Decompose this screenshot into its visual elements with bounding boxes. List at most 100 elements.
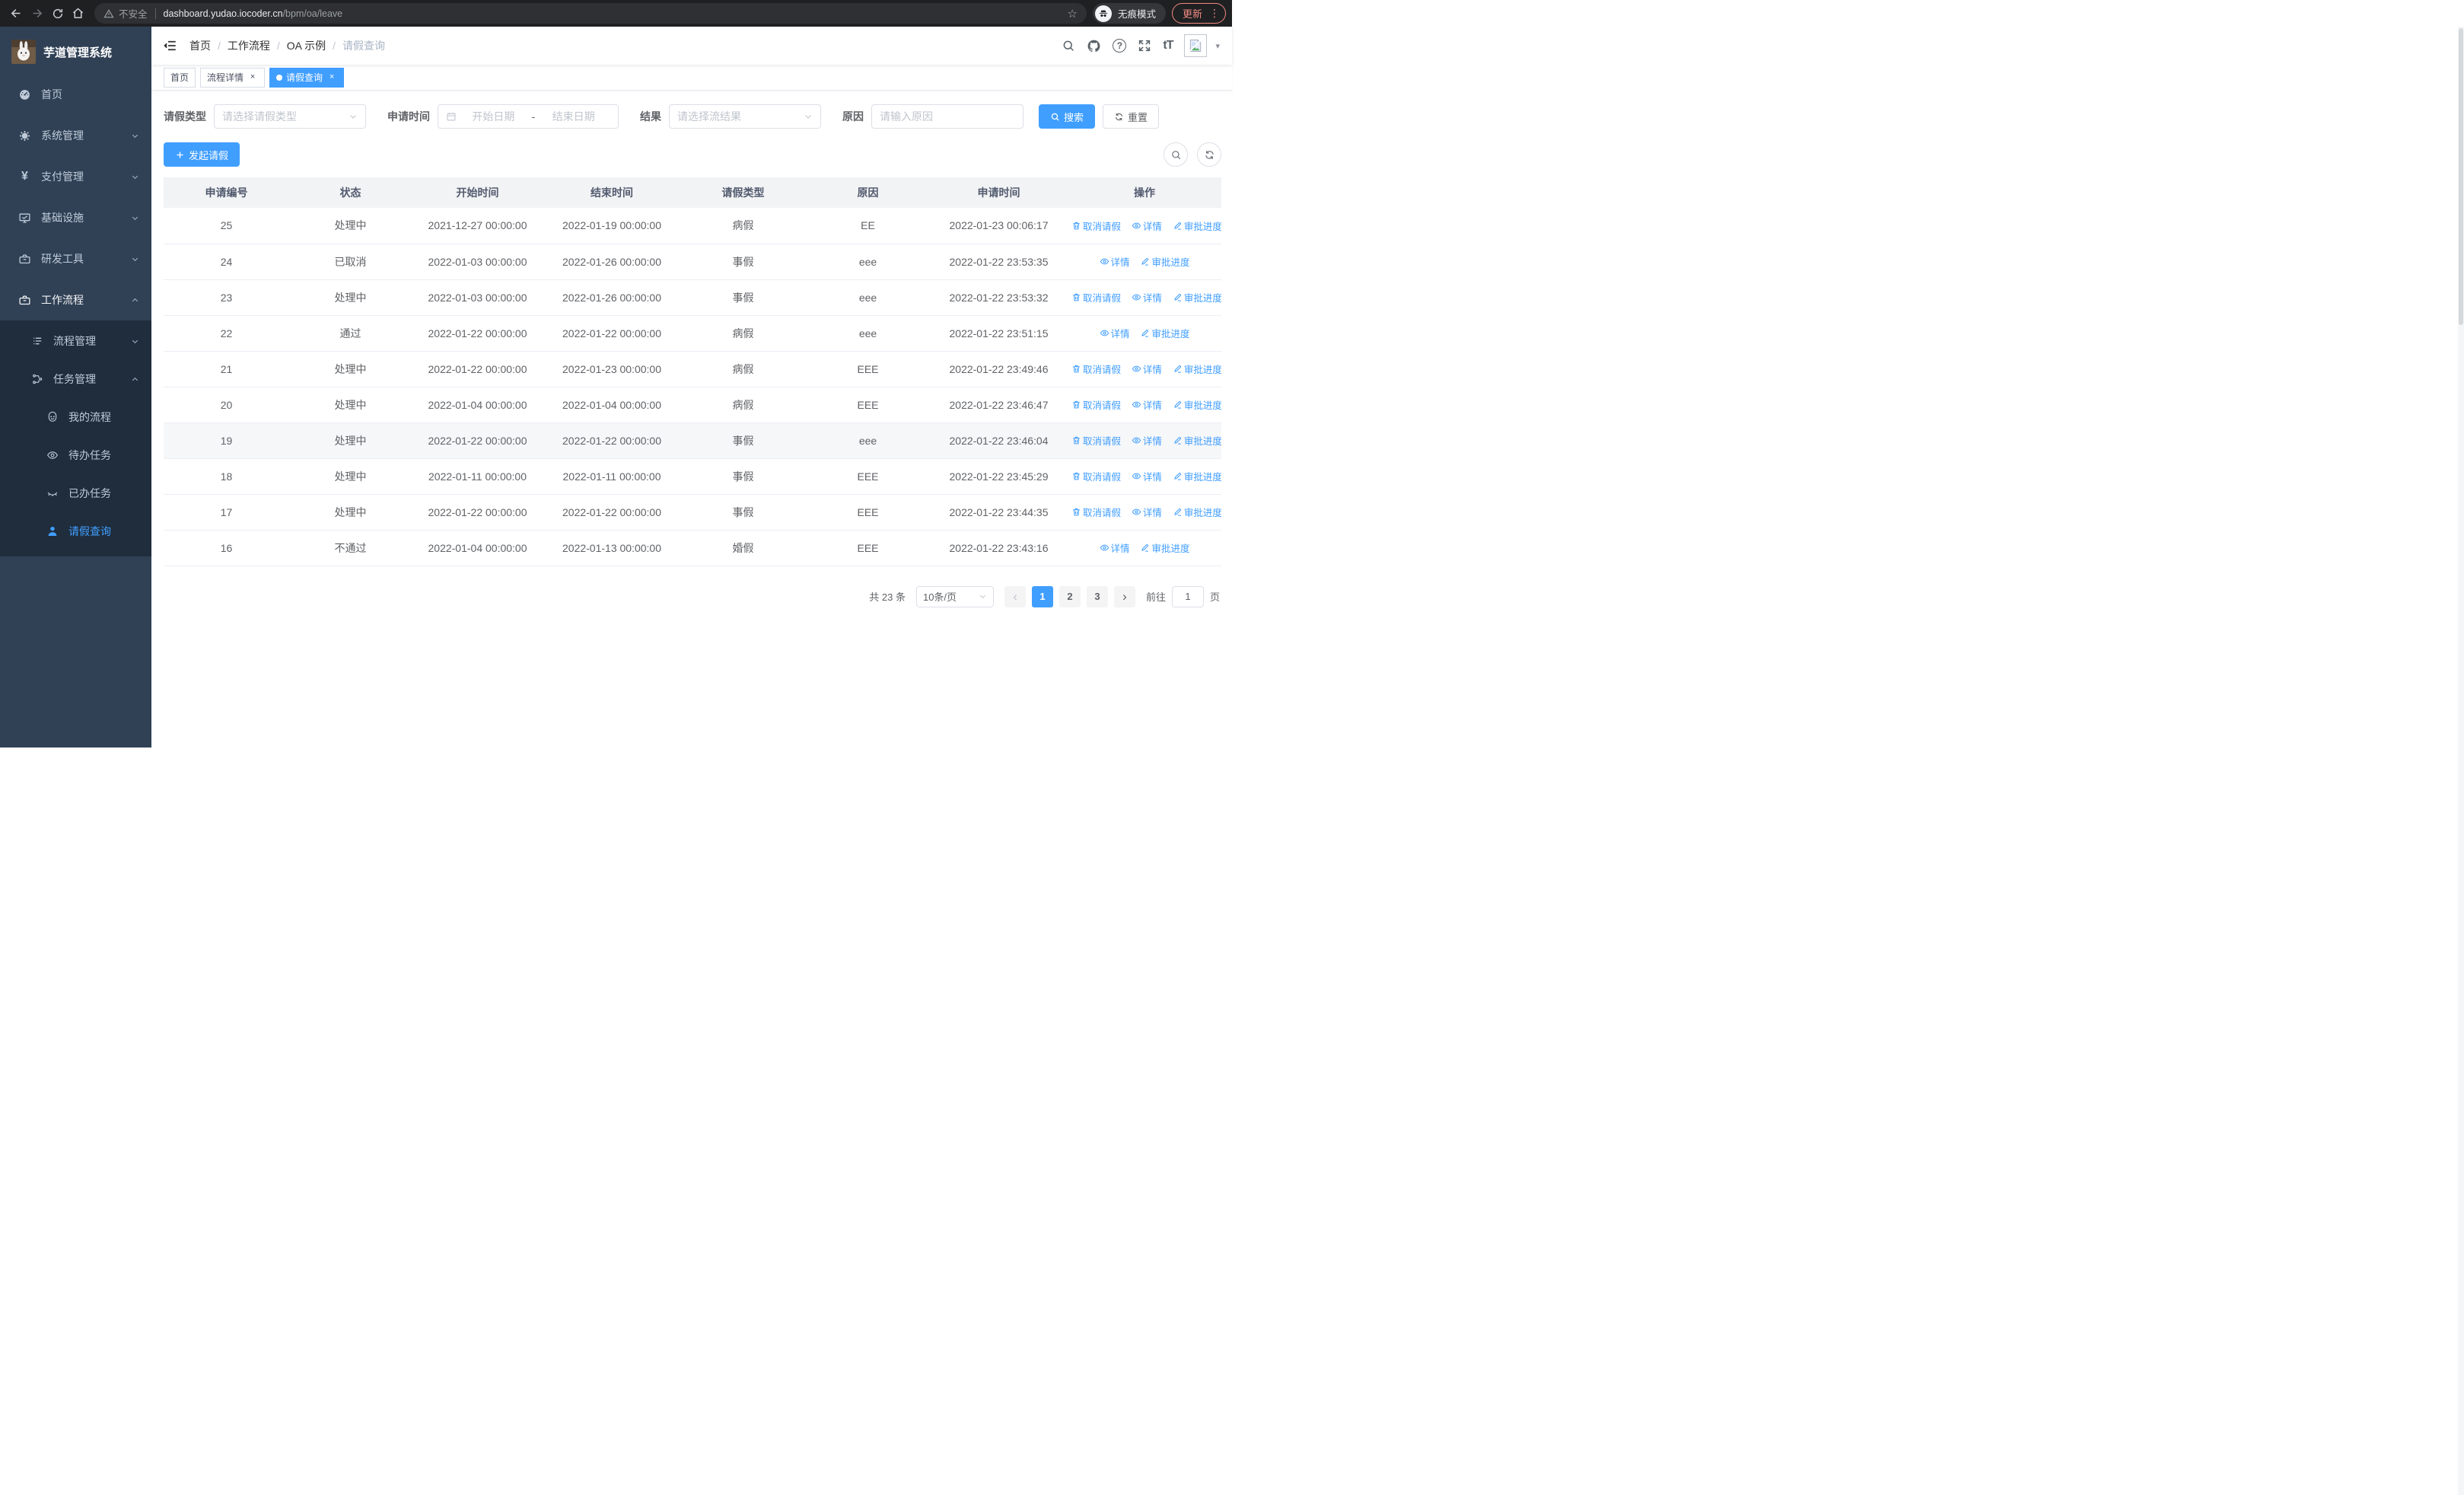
scrollbar-thumb[interactable] xyxy=(2459,28,2463,325)
reset-button[interactable]: 重置 xyxy=(1103,104,1160,129)
approval-progress-link[interactable]: 审批进度 xyxy=(1173,433,1221,448)
cancel-leave-link[interactable]: 取消请假 xyxy=(1071,290,1121,304)
tab-home[interactable]: 首页 xyxy=(164,67,196,88)
cell-leave-type: 婚假 xyxy=(680,530,806,566)
page-button-2[interactable]: 2 xyxy=(1059,585,1081,607)
refresh-button[interactable] xyxy=(1197,142,1221,167)
detail-link[interactable]: 详情 xyxy=(1132,362,1162,376)
sidebar-item-infrastructure[interactable]: 基础设施 xyxy=(0,197,151,238)
sidebar-item-todo-tasks[interactable]: 待办任务 xyxy=(0,436,151,474)
approval-progress-link[interactable]: 审批进度 xyxy=(1173,362,1221,376)
sidebar-item-dev-tools[interactable]: 研发工具 xyxy=(0,238,151,279)
detail-link[interactable]: 详情 xyxy=(1100,540,1130,555)
page-button-3[interactable]: 3 xyxy=(1086,585,1108,607)
sidebar-item-label: 支付管理 xyxy=(41,171,84,183)
apply-time-range-picker[interactable]: 开始日期 - 结束日期 xyxy=(438,104,619,129)
sidebar-item-label: 研发工具 xyxy=(41,253,84,265)
sidebar-item-label: 流程管理 xyxy=(53,335,96,347)
breadcrumb-home[interactable]: 首页 xyxy=(189,38,211,53)
cancel-leave-link[interactable]: 取消请假 xyxy=(1071,469,1121,483)
chevron-down-icon xyxy=(804,112,813,121)
sidebar-item-system[interactable]: 系统管理 xyxy=(0,115,151,156)
detail-link[interactable]: 详情 xyxy=(1132,469,1162,483)
page-size-select[interactable]: 10条/页 xyxy=(915,585,994,607)
breadcrumb-separator: / xyxy=(218,40,221,52)
avatar[interactable] xyxy=(1184,34,1208,57)
approval-progress-link[interactable]: 审批进度 xyxy=(1140,254,1189,269)
approval-progress-link[interactable]: 审批进度 xyxy=(1173,397,1221,412)
cell-apply-time: 2022-01-22 23:53:35 xyxy=(930,244,1068,280)
sidebar-item-payment[interactable]: ¥ 支付管理 xyxy=(0,156,151,197)
search-icon[interactable] xyxy=(1062,39,1075,53)
cancel-leave-link[interactable]: 取消请假 xyxy=(1071,505,1121,519)
font-size-icon[interactable]: tT xyxy=(1163,39,1173,53)
col-actions: 操作 xyxy=(1068,177,1221,208)
goto-page-input[interactable] xyxy=(1171,585,1204,607)
approval-progress-link[interactable]: 审批进度 xyxy=(1140,540,1189,555)
col-reason: 原因 xyxy=(806,177,930,208)
bookmark-star-icon[interactable]: ☆ xyxy=(1068,7,1078,21)
tab-label: 首页 xyxy=(170,72,189,83)
sidebar-toggle-icon[interactable] xyxy=(164,39,177,53)
page-button-1[interactable]: 1 xyxy=(1031,585,1053,607)
detail-link[interactable]: 详情 xyxy=(1132,218,1162,233)
home-icon[interactable] xyxy=(68,3,88,24)
approval-progress-link[interactable]: 审批进度 xyxy=(1173,469,1221,483)
detail-link[interactable]: 详情 xyxy=(1132,397,1162,412)
reason-input[interactable] xyxy=(880,110,1015,123)
tab-leave-query[interactable]: 请假查询 × xyxy=(269,67,345,88)
avatar-caret-icon[interactable]: ▾ xyxy=(1215,41,1220,51)
cancel-leave-link[interactable]: 取消请假 xyxy=(1071,218,1121,233)
browser-menu-icon[interactable]: ⋮ xyxy=(1209,7,1220,20)
approval-progress-link[interactable]: 审批进度 xyxy=(1173,505,1221,519)
next-page-button[interactable]: › xyxy=(1113,585,1135,607)
detail-link[interactable]: 详情 xyxy=(1100,254,1130,269)
cell-end-time: 2022-01-19 00:00:00 xyxy=(543,208,680,244)
cell-apply-time: 2022-01-22 23:43:16 xyxy=(930,530,1068,566)
tab-label: 请假查询 xyxy=(286,72,323,83)
approval-progress-link[interactable]: 审批进度 xyxy=(1173,218,1221,233)
pagination: 共 23 条 10条/页 ‹ 1 2 3 › 前往 页 xyxy=(164,585,1221,607)
approval-progress-link[interactable]: 审批进度 xyxy=(1140,326,1189,340)
reason-input-box xyxy=(871,104,1023,129)
reload-icon[interactable] xyxy=(47,3,68,24)
sidebar-item-my-process[interactable]: 我的流程 xyxy=(0,398,151,436)
create-leave-label: 发起请假 xyxy=(189,149,229,161)
create-leave-button[interactable]: 发起请假 xyxy=(164,142,240,167)
update-label: 更新 xyxy=(1182,8,1202,20)
detail-link[interactable]: 详情 xyxy=(1132,290,1162,304)
sidebar-item-task-management[interactable]: 任务管理 xyxy=(0,360,151,398)
detail-link[interactable]: 详情 xyxy=(1100,326,1130,340)
show-search-toggle-button[interactable] xyxy=(1164,142,1188,167)
sidebar-item-home[interactable]: 首页 xyxy=(0,74,151,115)
forward-icon[interactable] xyxy=(27,3,47,24)
sidebar-menu: 首页 系统管理 ¥ 支付管理 基础设施 研发工具 工作流程 流程管理 任务管理 … xyxy=(0,74,151,556)
breadcrumb-oa-example: OA 示例 xyxy=(286,40,326,52)
detail-link[interactable]: 详情 xyxy=(1132,505,1162,519)
leave-type-select[interactable]: 请选择请假类型 xyxy=(214,104,366,129)
sidebar-item-leave-query[interactable]: 请假查询 xyxy=(0,512,151,550)
sidebar-item-workflow[interactable]: 工作流程 xyxy=(0,279,151,320)
cell-start-time: 2021-12-27 00:00:00 xyxy=(412,208,543,244)
sidebar-item-process-management[interactable]: 流程管理 xyxy=(0,322,151,360)
cancel-leave-link[interactable]: 取消请假 xyxy=(1071,397,1121,412)
close-icon[interactable]: × xyxy=(326,72,337,83)
close-icon[interactable]: × xyxy=(247,72,258,83)
detail-link[interactable]: 详情 xyxy=(1132,433,1162,448)
approval-progress-link[interactable]: 审批进度 xyxy=(1173,290,1221,304)
cell-reason: eee xyxy=(806,315,930,352)
fullscreen-icon[interactable] xyxy=(1138,39,1151,53)
cancel-leave-link[interactable]: 取消请假 xyxy=(1071,433,1121,448)
github-icon[interactable] xyxy=(1087,39,1101,53)
update-button[interactable]: 更新 ⋮ xyxy=(1171,3,1226,24)
result-select[interactable]: 请选择流结果 xyxy=(669,104,821,129)
prev-page-button[interactable]: ‹ xyxy=(1004,585,1026,607)
search-button[interactable]: 搜索 xyxy=(1039,104,1096,129)
url-bar[interactable]: 不安全 dashboard.yudao.iocoder.cn/bpm/oa/le… xyxy=(94,3,1087,24)
cancel-leave-link[interactable]: 取消请假 xyxy=(1071,362,1121,376)
tab-process-detail[interactable]: 流程详情 × xyxy=(200,67,266,88)
back-icon[interactable] xyxy=(6,3,27,24)
help-icon[interactable]: ? xyxy=(1113,39,1127,53)
sidebar-item-done-tasks[interactable]: 已办任务 xyxy=(0,474,151,512)
cell-start-time: 2022-01-11 00:00:00 xyxy=(412,458,543,495)
